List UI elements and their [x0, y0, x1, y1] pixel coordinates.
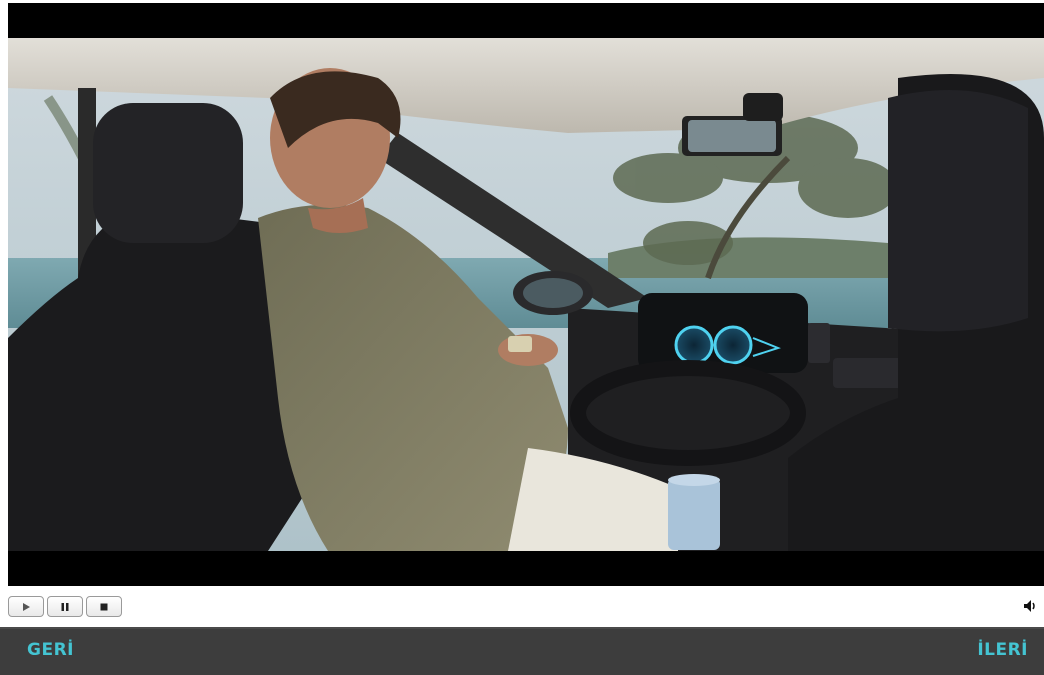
video-player[interactable] — [8, 3, 1044, 586]
video-frame — [8, 38, 1044, 551]
back-link[interactable]: GERİ — [27, 640, 74, 660]
pause-button[interactable] — [47, 596, 83, 617]
next-link[interactable]: İLERİ — [977, 640, 1028, 660]
video-lesson-page: GERİ İLERİ — [0, 0, 1044, 675]
play-button[interactable] — [8, 596, 44, 617]
pause-icon — [61, 602, 69, 611]
playback-controls — [8, 596, 122, 618]
volume-button[interactable] — [1022, 598, 1038, 614]
speaker-icon — [1024, 600, 1035, 612]
stop-button[interactable] — [86, 596, 122, 617]
play-icon — [23, 602, 30, 611]
stop-icon — [100, 603, 108, 610]
bottom-nav-bar: GERİ İLERİ — [0, 627, 1044, 675]
